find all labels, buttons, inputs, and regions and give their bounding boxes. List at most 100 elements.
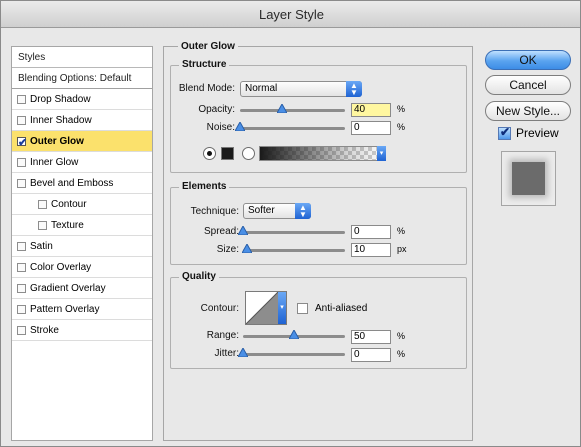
styles-list: Styles Blending Options: Default Drop Sh…	[11, 46, 153, 441]
style-item-label: Outer Glow	[30, 136, 84, 147]
style-item-checkbox[interactable]	[17, 305, 26, 314]
gradient-radio[interactable]	[242, 147, 255, 160]
technique-value: Softer	[248, 205, 275, 216]
anti-aliased-checkbox[interactable]	[297, 303, 308, 314]
ok-button[interactable]: OK	[485, 50, 571, 70]
noise-unit: %	[397, 122, 406, 132]
cancel-button[interactable]: Cancel	[485, 75, 571, 95]
style-item-label: Inner Glow	[30, 157, 79, 168]
radio-dot-icon	[207, 151, 212, 156]
style-item[interactable]: Texture	[12, 215, 152, 236]
opacity-label: Opacity:	[198, 104, 235, 115]
elements-title: Elements	[179, 181, 230, 192]
jitter-slider[interactable]	[243, 353, 345, 356]
noise-input[interactable]: 0	[351, 121, 391, 135]
anti-aliased-label: Anti-aliased	[315, 303, 368, 314]
style-item-label: Gradient Overlay	[30, 283, 106, 294]
structure-group: Structure Blend Mode: Normal ▲ ▼ Opacity:…	[170, 59, 467, 173]
style-item[interactable]: Color Overlay	[12, 257, 152, 278]
blend-mode-label: Blend Mode:	[178, 83, 235, 94]
slider-thumb-icon	[289, 330, 299, 339]
style-item[interactable]: ✔ Outer Glow	[12, 131, 152, 152]
style-item-checkbox[interactable]	[17, 95, 26, 104]
styles-header[interactable]: Styles	[12, 47, 152, 68]
style-item[interactable]: Inner Glow	[12, 152, 152, 173]
style-item-label: Bevel and Emboss	[30, 178, 114, 189]
style-item[interactable]: Inner Shadow	[12, 110, 152, 131]
size-slider-thumb[interactable]	[242, 244, 253, 253]
blend-mode-select[interactable]: Normal ▲ ▼	[240, 81, 362, 97]
style-item[interactable]: Drop Shadow	[12, 89, 152, 110]
noise-label: Noise:	[206, 122, 235, 133]
style-item-label: Drop Shadow	[30, 94, 91, 105]
slider-thumb-icon	[235, 122, 245, 131]
style-item-label: Satin	[30, 241, 53, 252]
style-item[interactable]: Satin	[12, 236, 152, 257]
noise-slider[interactable]	[240, 127, 345, 130]
select-arrows-icon: ▲ ▼	[346, 81, 362, 97]
window-title: Layer Style	[1, 1, 580, 28]
select-arrows-icon: ▲ ▼	[295, 203, 311, 219]
slider-thumb-icon	[238, 226, 248, 235]
blending-options-item[interactable]: Blending Options: Default	[12, 68, 152, 89]
structure-title: Structure	[179, 59, 230, 70]
range-input[interactable]: 50	[351, 330, 391, 344]
style-item[interactable]: Pattern Overlay	[12, 299, 152, 320]
layer-style-dialog: Layer Style Styles Blending Options: Def…	[0, 0, 581, 447]
preview-shape	[512, 162, 545, 195]
spread-slider[interactable]	[243, 231, 345, 234]
style-item[interactable]: Gradient Overlay	[12, 278, 152, 299]
contour-picker[interactable]: ▾	[245, 291, 287, 325]
size-slider[interactable]	[243, 249, 345, 252]
style-item-label: Color Overlay	[30, 262, 92, 273]
quality-title: Quality	[179, 271, 219, 282]
style-item-checkbox[interactable]	[17, 242, 26, 251]
spread-slider-thumb[interactable]	[238, 226, 248, 235]
contour-curve-icon	[246, 292, 278, 324]
style-item[interactable]: Stroke	[12, 320, 152, 341]
solid-color-radio[interactable]	[203, 147, 216, 160]
style-item[interactable]: Bevel and Emboss	[12, 173, 152, 194]
jitter-input[interactable]: 0	[351, 348, 391, 362]
range-label: Range:	[206, 330, 239, 341]
style-item-checkbox[interactable]: ✔	[17, 137, 27, 149]
quality-group: Quality Contour: ▾ Anti-aliased Range: 5…	[170, 271, 467, 369]
technique-label: Technique:	[190, 206, 239, 217]
style-item-checkbox[interactable]	[38, 221, 47, 230]
style-item-checkbox[interactable]	[17, 158, 26, 167]
checkmark-icon: ✔	[18, 137, 28, 149]
range-slider-thumb[interactable]	[289, 330, 299, 339]
style-item-checkbox[interactable]	[17, 326, 26, 335]
style-item-checkbox[interactable]	[17, 284, 26, 293]
style-item-label: Pattern Overlay	[30, 304, 100, 315]
gradient-picker[interactable]: ▾	[259, 146, 386, 161]
technique-select[interactable]: Softer ▲ ▼	[243, 203, 311, 219]
glow-color-swatch[interactable]	[221, 147, 234, 160]
style-item-checkbox[interactable]	[17, 179, 26, 188]
style-item-label: Texture	[51, 220, 84, 231]
preview-label: Preview	[516, 126, 559, 140]
style-item-checkbox[interactable]	[17, 116, 26, 125]
opacity-slider[interactable]	[240, 109, 345, 112]
opacity-input[interactable]: 40	[351, 103, 391, 117]
opacity-slider-thumb[interactable]	[277, 104, 287, 113]
slider-thumb-icon	[238, 348, 248, 357]
style-item-label: Stroke	[30, 325, 59, 336]
gradient-dropdown-arrow-icon[interactable]: ▾	[377, 146, 386, 161]
spread-input[interactable]: 0	[351, 225, 391, 239]
style-item-checkbox[interactable]	[38, 200, 47, 209]
contour-label: Contour:	[200, 303, 239, 314]
slider-thumb-icon	[242, 244, 253, 253]
contour-dropdown-arrow-icon[interactable]: ▾	[278, 292, 286, 324]
jitter-slider-thumb[interactable]	[238, 348, 248, 357]
size-input[interactable]: 10	[351, 243, 391, 257]
noise-slider-thumb[interactable]	[235, 122, 245, 131]
style-item[interactable]: Contour	[12, 194, 152, 215]
style-item-checkbox[interactable]	[17, 263, 26, 272]
elements-group: Elements Technique: Softer ▲ ▼ Spread: 0 …	[170, 181, 467, 265]
outer-glow-title: Outer Glow	[178, 41, 238, 52]
new-style-button[interactable]: New Style...	[485, 101, 571, 121]
spread-unit: %	[397, 226, 406, 236]
preview-swatch	[501, 151, 556, 206]
preview-checkbox[interactable]: ✔	[498, 125, 511, 140]
